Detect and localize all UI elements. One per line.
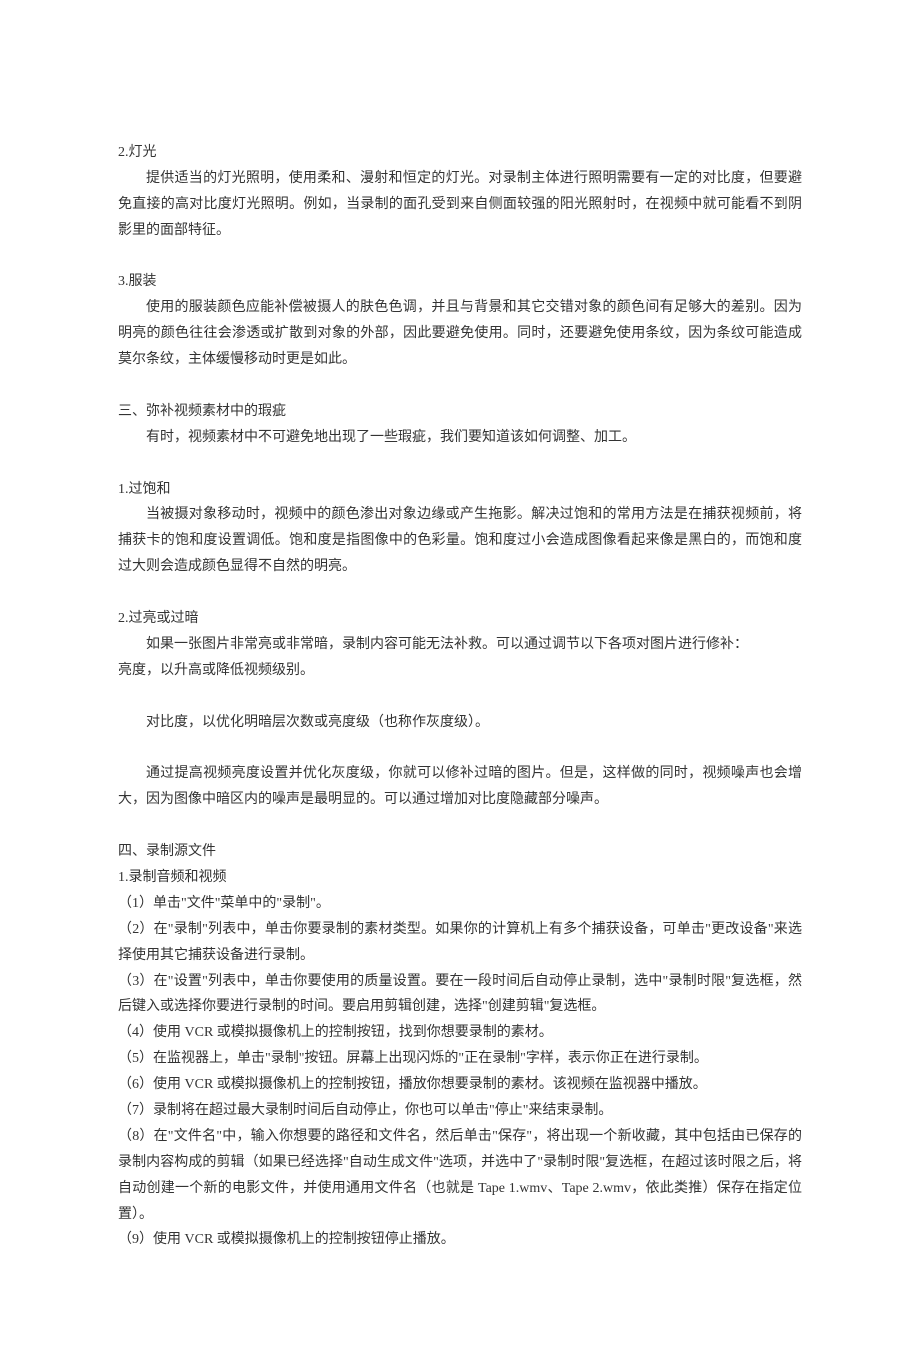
heading-section-4: 四、录制源文件 — [118, 839, 802, 865]
spacer — [118, 580, 802, 606]
heading-record-av: 1.录制音频和视频 — [118, 865, 802, 891]
paragraph: 提供适当的灯光照明，使用柔和、漫射和恒定的灯光。对录制主体进行照明需要有一定的对… — [118, 166, 802, 244]
list-item: （1）单击"文件"菜单中的"录制"。 — [118, 891, 802, 917]
spacer — [118, 735, 802, 761]
paragraph: 使用的服装颜色应能补偿被摄人的肤色色调，并且与背景和其它交错对象的颜色间有足够大… — [118, 295, 802, 373]
paragraph: 有时，视频素材中不可避免地出现了一些瑕疵，我们要知道该如何调整、加工。 — [118, 425, 802, 451]
heading-brightness: 2.过亮或过暗 — [118, 606, 802, 632]
spacer — [118, 373, 802, 399]
spacer — [118, 813, 802, 839]
heading-oversaturation: 1.过饱和 — [118, 477, 802, 503]
paragraph: 对比度，以优化明暗层次数或亮度级（也称作灰度级）。 — [118, 710, 802, 736]
spacer — [118, 244, 802, 270]
list-item: （7）录制将在超过最大录制时间后自动停止，你也可以单击"停止"来结束录制。 — [118, 1098, 802, 1124]
list-item: （6）使用 VCR 或模拟摄像机上的控制按钮，播放你想要录制的素材。该视频在监视… — [118, 1072, 802, 1098]
spacer — [118, 684, 802, 710]
paragraph: 当被摄对象移动时，视频中的颜色渗出对象边缘或产生拖影。解决过饱和的常用方法是在捕… — [118, 502, 802, 580]
paragraph: 如果一张图片非常亮或非常暗，录制内容可能无法补救。可以通过调节以下各项对图片进行… — [118, 632, 802, 658]
list-item: （2）在"录制"列表中，单击你要录制的素材类型。如果你的计算机上有多个捕获设备，… — [118, 917, 802, 969]
list-item: （5）在监视器上，单击"录制"按钮。屏幕上出现闪烁的"正在录制"字样，表示你正在… — [118, 1046, 802, 1072]
list-item: （8）在"文件名"中，输入你想要的路径和文件名，然后单击"保存"，将出现一个新收… — [118, 1124, 802, 1228]
list-item: （4）使用 VCR 或模拟摄像机上的控制按钮，找到你想要录制的素材。 — [118, 1020, 802, 1046]
list-item: （3）在"设置"列表中，单击你要使用的质量设置。要在一段时间后自动停止录制，选中… — [118, 969, 802, 1021]
heading-section-3: 三、弥补视频素材中的瑕疵 — [118, 399, 802, 425]
paragraph: 亮度，以升高或降低视频级别。 — [118, 658, 802, 684]
spacer — [118, 451, 802, 477]
document-page: 2.灯光 提供适当的灯光照明，使用柔和、漫射和恒定的灯光。对录制主体进行照明需要… — [0, 0, 920, 1353]
heading-clothing: 3.服装 — [118, 269, 802, 295]
list-item: （9）使用 VCR 或模拟摄像机上的控制按钮停止播放。 — [118, 1227, 802, 1253]
paragraph: 通过提高视频亮度设置并优化灰度级，你就可以修补过暗的图片。但是，这样做的同时，视… — [118, 761, 802, 813]
heading-lighting: 2.灯光 — [118, 140, 802, 166]
